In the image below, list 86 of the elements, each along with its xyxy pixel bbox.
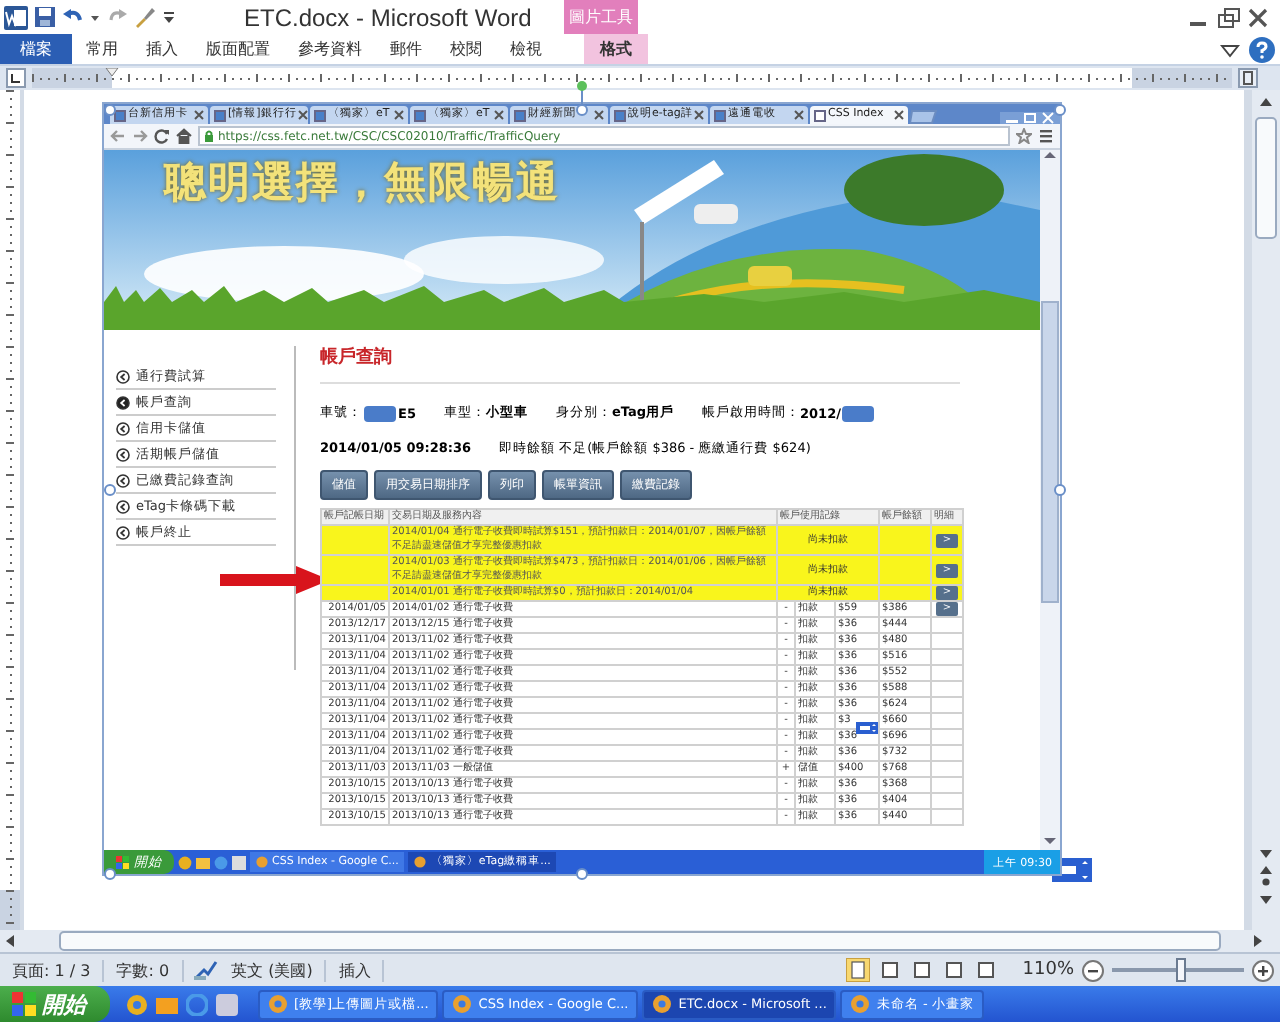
window-icon[interactable] (232, 855, 246, 869)
app-icon (850, 994, 871, 1014)
windows-flag-icon (116, 855, 130, 869)
back-icon[interactable] (110, 128, 126, 144)
customize-caret-icon[interactable] (162, 6, 176, 28)
vertical-scrollbar[interactable] (1252, 90, 1280, 930)
restore-icon[interactable] (1214, 5, 1242, 29)
status-item[interactable]: 英文 (美國) (219, 959, 327, 981)
save-icon[interactable] (34, 6, 56, 28)
page-icon (114, 109, 126, 121)
lock-icon (204, 130, 214, 142)
close-icon[interactable] (494, 110, 504, 120)
browser-icon[interactable] (126, 993, 148, 1015)
app-icon (452, 994, 473, 1014)
keyboard-widget-icon[interactable] (856, 722, 878, 734)
close-icon[interactable] (894, 110, 904, 120)
status-item[interactable]: 字數: 0 (104, 959, 184, 981)
page-icon (814, 109, 826, 121)
page-icon (714, 109, 726, 121)
resize-handle[interactable] (104, 104, 116, 116)
rotate-handle[interactable] (576, 80, 588, 104)
zoom-level[interactable]: 110% (1022, 960, 1074, 980)
resize-handle[interactable] (1054, 483, 1066, 495)
window-icon[interactable] (216, 993, 238, 1015)
bookmark-star-icon[interactable] (1016, 128, 1032, 144)
status-item[interactable]: 插入 (326, 959, 385, 981)
ribbon-tab[interactable]: 校閱 (436, 34, 496, 64)
close-icon[interactable] (394, 110, 404, 120)
browser-icon[interactable] (178, 855, 192, 869)
start-button[interactable]: 開始 (0, 986, 110, 1022)
ribbon-tab[interactable]: 參考資料 (284, 34, 376, 64)
app-icon (652, 994, 673, 1014)
close-icon[interactable] (1244, 5, 1272, 29)
close-icon[interactable] (594, 110, 604, 120)
resize-handle[interactable] (576, 104, 588, 116)
resize-handle[interactable] (104, 483, 116, 495)
app-icon (414, 856, 427, 868)
reading-icon[interactable] (878, 958, 903, 982)
ribbon-tab[interactable]: 郵件 (376, 34, 436, 64)
close-icon[interactable] (794, 110, 804, 120)
page-icon (314, 109, 326, 121)
page-icon (514, 109, 526, 121)
zoom-out-icon[interactable] (1082, 959, 1104, 981)
ribbon-tab[interactable]: 常用 (72, 34, 132, 64)
view-ruler-icon[interactable] (1238, 68, 1258, 88)
close-icon[interactable] (694, 110, 705, 120)
proofing-icon[interactable] (191, 958, 220, 982)
home-icon[interactable] (176, 128, 192, 144)
folder-icon[interactable] (196, 855, 210, 869)
page-title: 帳戶查詢 (320, 344, 960, 384)
print-layout-icon[interactable] (846, 958, 871, 982)
page-scrollbar[interactable] (1040, 150, 1060, 850)
window-title: ETC.docx - Microsoft Word (244, 3, 534, 31)
outline-icon[interactable] (942, 958, 967, 982)
horizontal-scrollbar[interactable] (0, 930, 1280, 952)
close-icon[interactable] (298, 110, 309, 120)
windows-flag-icon (12, 992, 36, 1016)
menu-icon[interactable] (1038, 128, 1054, 144)
zoom-in-icon[interactable] (1252, 959, 1274, 981)
close-icon[interactable] (194, 110, 204, 120)
tool-group-header: 圖片工具 (564, 0, 638, 34)
resize-handle[interactable] (1054, 104, 1066, 116)
page-icon (614, 109, 626, 121)
resize-handle[interactable] (576, 868, 588, 880)
resize-handle[interactable] (104, 868, 116, 880)
app-icon (268, 994, 288, 1014)
draft-icon[interactable] (974, 958, 999, 982)
app-icon (256, 856, 268, 868)
expand-ribbon-icon[interactable] (1220, 39, 1240, 59)
page-icon (214, 109, 226, 121)
ribbon-tab[interactable]: 格式 (584, 34, 648, 64)
forward-icon[interactable] (132, 128, 148, 144)
reload-icon[interactable] (154, 128, 170, 144)
page-icon (414, 109, 426, 121)
slider-thumb[interactable] (1176, 958, 1187, 982)
ribbon-tab[interactable]: 插入 (132, 34, 192, 64)
word-logo-icon[interactable] (4, 5, 28, 29)
ribbon-tab[interactable]: 版面配置 (192, 34, 284, 64)
tab-selector-icon[interactable] (6, 68, 26, 88)
status-item[interactable]: 頁面: 1 / 3 (0, 959, 105, 981)
folder-icon[interactable] (156, 993, 178, 1015)
banner-slogan: 聰明選擇，無限暢通 (161, 156, 560, 210)
ribbon-tab[interactable]: 檔案 (0, 34, 72, 64)
help-icon[interactable] (1248, 35, 1276, 63)
web-layout-icon[interactable] (910, 958, 935, 982)
ribbon-tab[interactable]: 檢視 (496, 34, 556, 64)
